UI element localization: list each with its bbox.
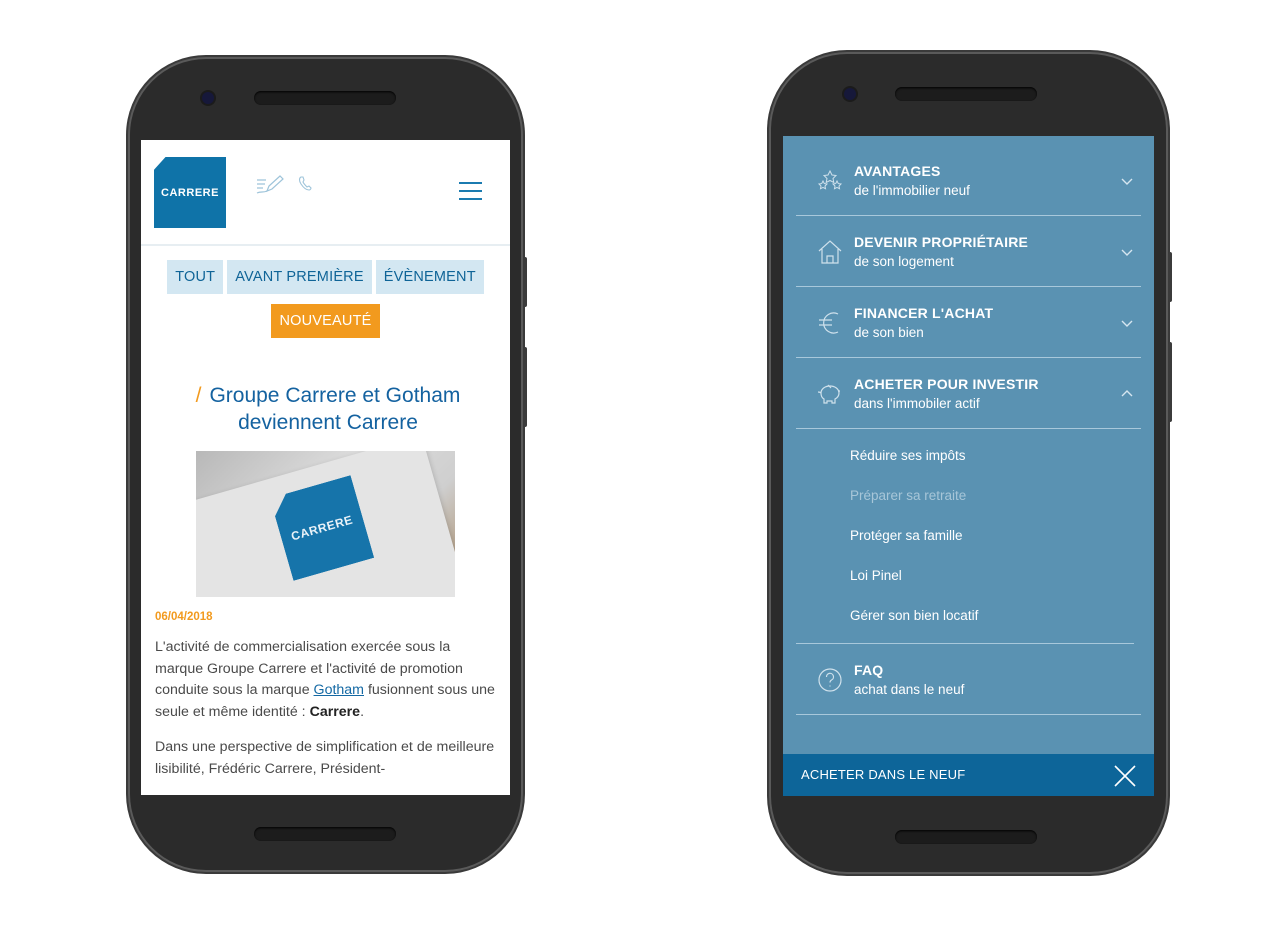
title-text: Groupe Carrere et Gotham deviennent Carr… [209,384,461,434]
phone-icon[interactable] [298,176,312,192]
menu-title: FINANCER L'ACHAT [854,305,994,321]
piggy-bank-icon [817,384,840,404]
menu-item-faq[interactable]: FAQ achat dans le neuf [796,644,1141,715]
close-icon[interactable] [1114,765,1136,787]
article-image: CARRERE [196,451,455,597]
menu-item-devenir-proprietaire[interactable]: DEVENIR PROPRIÉTAIRE de son logement [796,216,1141,287]
front-camera [202,92,214,104]
menu-subtitle: de son bien [854,325,924,340]
menu-item-avantages[interactable]: AVANTAGES de l'immobilier neuf [796,145,1141,216]
earpiece-speaker [254,91,396,105]
submenu-item-loi-pinel[interactable]: Loi Pinel [850,556,1130,596]
earpiece-speaker [895,87,1037,101]
site-header: CARRERE [141,140,510,246]
carrere-logo[interactable]: CARRERE [154,157,226,228]
article-paragraph-2: Dans une perspective de simplification e… [155,739,495,777]
phone-left: CARRERE TOUT AVANT PREMIÈRE ÉVÈNEMENT NOUV… [128,57,527,872]
article-body: L'activité de commercialisation exercée … [155,637,495,794]
menu-subtitle: de l'immobilier neuf [854,183,970,198]
filter-tout[interactable]: TOUT [167,260,224,294]
menu-subtitle: achat dans le neuf [854,682,965,697]
menu-title: FAQ [854,662,884,678]
bottom-bar: ACHETER DANS LE NEUF [783,754,1154,796]
bottom-speaker [895,830,1037,844]
front-camera [844,88,856,100]
menu-subtitle: dans l'immobiler actif [854,396,980,411]
p1-bold: Carrere [309,703,361,720]
volume-button [1168,252,1172,302]
bottom-bar-label[interactable]: ACHETER DANS LE NEUF [801,767,965,782]
filter-bar: TOUT AVANT PREMIÈRE ÉVÈNEMENT NOUVEAUTÉ [141,260,510,348]
euro-icon [819,312,839,334]
chevron-down-icon [1121,178,1133,185]
submenu-item-preparer-retraite[interactable]: Préparer sa retraite [850,476,1130,516]
menu-subtitle: de son logement [854,254,954,269]
menu-item-financer[interactable]: FINANCER L'ACHAT de son bien [796,287,1141,358]
filter-avant-premiere[interactable]: AVANT PREMIÈRE [227,260,372,294]
p1-end: . [360,703,365,720]
submenu-acheter-investir: Réduire ses impôts Préparer sa retraite … [850,436,1130,636]
chevron-down-icon [1121,249,1133,256]
pencil-icon[interactable] [255,174,285,196]
filter-evenement[interactable]: ÉVÈNEMENT [375,260,484,294]
screen-right: AVANTAGES de l'immobilier neuf DEVENIR P… [783,136,1154,796]
bottom-speaker [254,827,396,841]
menu-title: AVANTAGES [854,163,941,179]
filter-nouveaute[interactable]: NOUVEAUTÉ [271,304,380,338]
logo-text: CARRERE [161,186,219,199]
article-date: 06/04/2018 [155,611,213,623]
submenu-item-proteger-famille[interactable]: Protéger sa famille [850,516,1130,556]
menu-icon[interactable] [459,182,482,206]
stage: CARRERE TOUT AVANT PREMIÈRE ÉVÈNEMENT NOUV… [0,0,1280,950]
title-slash: / [195,384,202,407]
chevron-up-icon [1121,390,1133,397]
menu-title: DEVENIR PROPRIÉTAIRE [854,234,1029,250]
menu-item-acheter-investir[interactable]: ACHETER POUR INVESTIR dans l'immobiler a… [796,358,1141,429]
stars-icon [817,169,843,190]
gotham-link[interactable]: Gotham [314,682,364,698]
article-paragraph-1: L'activité de commercialisation exercée … [155,637,495,723]
power-button [1168,342,1172,422]
phone-right: AVANTAGES de l'immobilier neuf DEVENIR P… [769,52,1172,874]
house-icon [818,240,842,264]
image-logo-text: CARRERE [289,512,355,544]
screen-left: CARRERE TOUT AVANT PREMIÈRE ÉVÈNEMENT NOUV… [141,140,510,795]
submenu-item-reduire-impots[interactable]: Réduire ses impôts [850,436,1130,476]
chevron-down-icon [1121,320,1133,327]
submenu-item-gerer-bien[interactable]: Gérer son bien locatif [850,596,1130,636]
power-button [523,347,527,427]
question-icon [818,668,842,692]
volume-button [523,257,527,307]
menu-title: ACHETER POUR INVESTIR [854,376,1039,392]
article-title: / Groupe Carrere et Gotham deviennent Car… [163,382,493,436]
